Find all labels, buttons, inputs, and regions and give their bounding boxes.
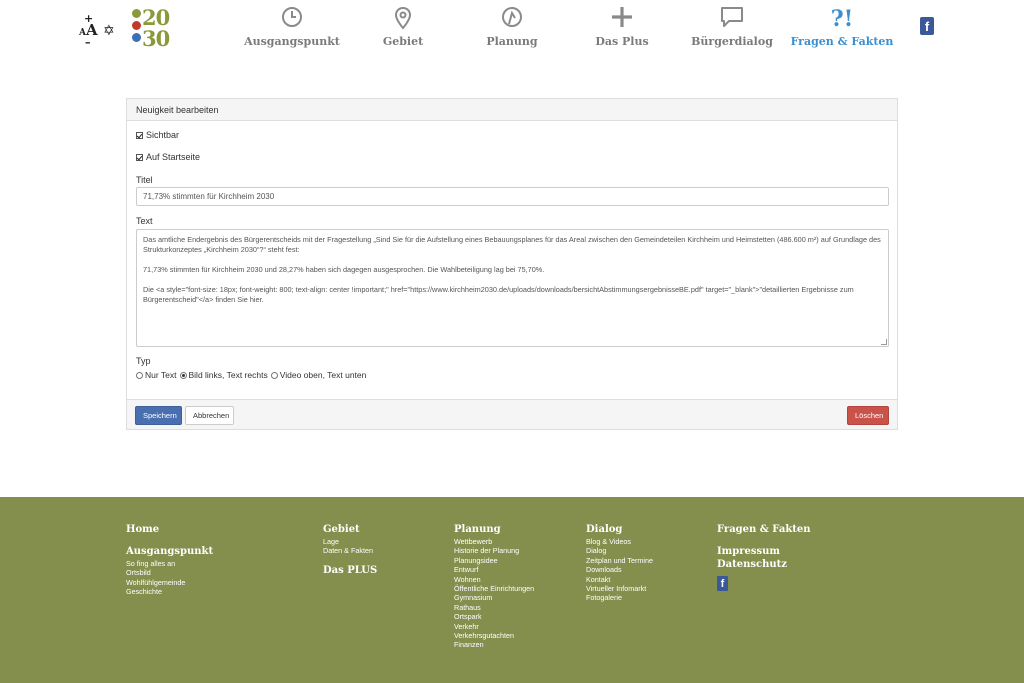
nav-label: Das Plus — [595, 35, 649, 48]
footer-link[interactable]: Blog & Videos — [586, 537, 653, 546]
nav-label: Bürgerdialog — [691, 35, 773, 48]
footer-heading-planung[interactable]: Planung — [454, 524, 534, 535]
footer-heading-ausgangspunkt[interactable]: Ausgangspunkt — [126, 546, 213, 557]
panel-footer: Speichern Abbrechen Löschen — [127, 399, 897, 429]
plus-icon — [562, 6, 682, 32]
footer-heading-fragen-fakten[interactable]: Fragen & Fakten — [717, 524, 811, 535]
speech-bubble-icon — [672, 6, 792, 32]
footer-link-home[interactable]: Home — [126, 524, 213, 535]
text-paragraph: 71,73% stimmten für Kirchheim 2030 und 2… — [143, 265, 545, 274]
nav-item-ausgangspunkt[interactable]: Ausgangspunkt — [232, 6, 352, 48]
footer-link[interactable]: Ortsbild — [126, 568, 213, 577]
type-radio-group: Nur Text Bild links, Text rechts Video o… — [136, 370, 369, 380]
nav-item-gebiet[interactable]: Gebiet — [343, 6, 463, 48]
edit-news-panel: Neuigkeit bearbeiten Sichtbar Auf Starts… — [126, 98, 898, 430]
footer-link[interactable]: Gymnasium — [454, 593, 534, 602]
footer-column-gebiet: Gebiet Lage Daten & Fakten Das PLUS — [323, 524, 377, 578]
footer-link[interactable]: Entwurf — [454, 565, 534, 574]
type-option-video-top[interactable]: Video oben, Text unten — [270, 370, 367, 380]
text-label: Text — [136, 216, 153, 226]
footer-link[interactable]: Dialog — [586, 546, 653, 555]
map-pin-icon — [343, 6, 463, 32]
footer-heading-das-plus[interactable]: Das PLUS — [323, 565, 377, 576]
site-footer: Home Ausgangspunkt So fing alles an Orts… — [0, 497, 1024, 683]
footer-link[interactable]: Öffentliche Einrichtungen — [454, 584, 534, 593]
radio-label: Nur Text — [145, 370, 177, 380]
footer-link-impressum[interactable]: Impressum — [717, 546, 811, 557]
radio-label: Video oben, Text unten — [279, 370, 367, 380]
radio-button[interactable] — [270, 371, 278, 379]
radio-label: Bild links, Text rechts — [188, 370, 268, 380]
visible-checkbox[interactable] — [136, 131, 143, 139]
clock-icon — [232, 6, 352, 32]
footer-link[interactable]: Historie der Planung — [454, 546, 534, 555]
visible-label: Sichtbar — [146, 130, 180, 140]
footer-link[interactable]: Virtueller Infomarkt — [586, 584, 653, 593]
nav-label: Fragen & Fakten — [790, 35, 894, 48]
facebook-icon[interactable]: f — [717, 576, 728, 591]
nav-item-fragen-fakten[interactable]: ?! Fragen & Fakten — [782, 6, 902, 48]
footer-link[interactable]: Wohnen — [454, 575, 534, 584]
footer-link-datenschutz[interactable]: Datenschutz — [717, 559, 811, 570]
footer-column-dialog: Dialog Blog & Videos Dialog Zeitplan und… — [586, 524, 653, 603]
footer-link[interactable]: So fing alles an — [126, 559, 213, 568]
type-option-text-only[interactable]: Nur Text — [136, 370, 177, 380]
footer-link[interactable]: Geschichte — [126, 587, 213, 596]
footer-link[interactable]: Kontakt — [586, 575, 653, 584]
footer-link[interactable]: Verkehr — [454, 622, 534, 631]
footer-link[interactable]: Wettbewerb — [454, 537, 534, 546]
nav-label: Ausgangspunkt — [244, 35, 340, 48]
nav-item-buergerdialog[interactable]: Bürgerdialog — [672, 6, 792, 48]
footer-link[interactable]: Rathaus — [454, 603, 534, 612]
visible-checkbox-row[interactable]: Sichtbar — [136, 130, 179, 140]
compass-icon — [452, 6, 572, 32]
startpage-checkbox-row[interactable]: Auf Startseite — [136, 152, 200, 162]
panel-body: Sichtbar Auf Startseite Titel 71,73% sti… — [127, 121, 897, 399]
nav-label: Planung — [486, 35, 538, 48]
footer-link[interactable]: Wohlfühlgemeinde — [126, 578, 213, 587]
save-button[interactable]: Speichern — [135, 406, 182, 425]
nav-item-das-plus[interactable]: Das Plus — [562, 6, 682, 48]
delete-button[interactable]: Löschen — [847, 406, 889, 425]
footer-link[interactable]: Planungsidee — [454, 556, 534, 565]
footer-link[interactable]: Downloads — [586, 565, 653, 574]
question-exclamation-icon: ?! — [830, 6, 854, 32]
footer-column-home: Home Ausgangspunkt So fing alles an Orts… — [126, 524, 213, 597]
footer-column-planung: Planung Wettbewerb Historie der Planung … — [454, 524, 534, 650]
title-label: Titel — [136, 175, 153, 185]
footer-column-fragen: Fragen & Fakten Impressum Datenschutz f — [717, 524, 811, 591]
footer-link[interactable]: Lage — [323, 537, 377, 546]
panel-heading: Neuigkeit bearbeiten — [127, 99, 897, 121]
resize-handle[interactable] — [881, 339, 887, 345]
type-label: Typ — [136, 356, 151, 366]
facebook-icon[interactable]: f — [920, 17, 934, 35]
footer-link[interactable]: Finanzen — [454, 640, 534, 649]
text-textarea[interactable]: Das amtliche Endergebnis des Bürgerentsc… — [136, 229, 889, 347]
footer-link[interactable]: Fotogalerie — [586, 593, 653, 602]
title-input[interactable]: 71,73% stimmten für Kirchheim 2030 — [136, 187, 889, 206]
footer-link[interactable]: Verkehrsgutachten — [454, 631, 534, 640]
text-paragraph: Das amtliche Endergebnis des Bürgerentsc… — [143, 235, 881, 254]
startpage-checkbox[interactable] — [136, 153, 143, 161]
site-header: + AA – ✡ 20 30 Ausgangspunkt Gebiet Plan… — [0, 0, 1024, 60]
footer-link[interactable]: Ortspark — [454, 612, 534, 621]
nav-item-planung[interactable]: Planung — [452, 6, 572, 48]
footer-link[interactable]: Zeitplan und Termine — [586, 556, 653, 565]
footer-link[interactable]: Daten & Fakten — [323, 546, 377, 555]
startpage-label: Auf Startseite — [146, 152, 201, 162]
radio-button[interactable] — [136, 371, 143, 379]
radio-button-selected[interactable] — [179, 371, 187, 379]
type-option-image-left[interactable]: Bild links, Text rechts — [179, 370, 268, 380]
text-paragraph: Die <a style="font-size: 18px; font-weig… — [143, 285, 854, 304]
main-navigation: Ausgangspunkt Gebiet Planung Das Plus Bü… — [0, 6, 1024, 54]
footer-heading-dialog[interactable]: Dialog — [586, 524, 653, 535]
footer-heading-gebiet[interactable]: Gebiet — [323, 524, 377, 535]
nav-label: Gebiet — [382, 35, 424, 48]
cancel-button[interactable]: Abbrechen — [185, 406, 234, 425]
